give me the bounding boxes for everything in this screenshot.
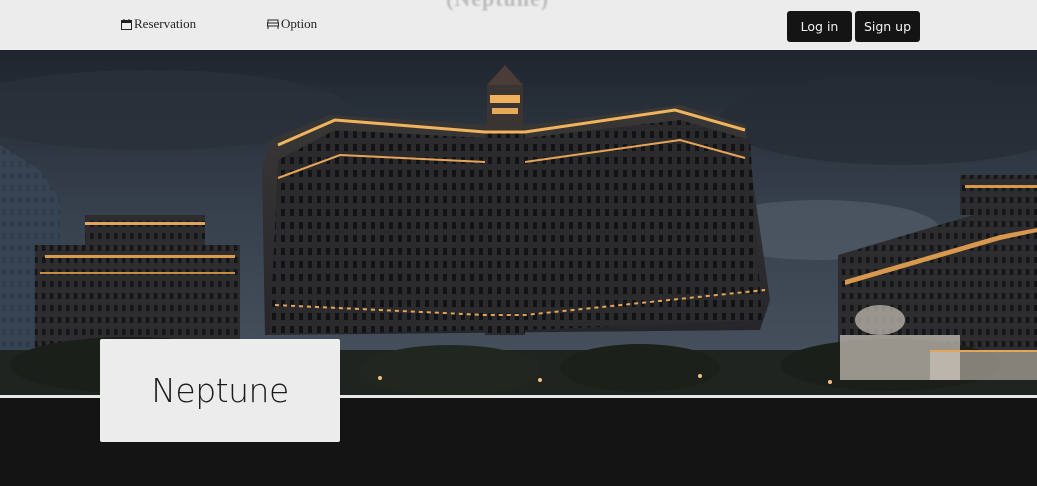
signup-button[interactable]: Sign up	[855, 11, 920, 42]
bed-icon	[267, 19, 279, 29]
hero-title-card: Neptune	[100, 339, 340, 442]
hero-title: Neptune	[151, 371, 289, 410]
nav-option-link[interactable]: Option	[267, 16, 317, 32]
nav-reservation-label: Reservation	[134, 16, 197, 31]
calendar-icon	[121, 18, 132, 30]
login-button[interactable]: Log in	[787, 11, 852, 42]
brand-logo-text[interactable]: (Neptune)	[446, 0, 549, 12]
top-navbar: Reservation Option (Neptune) Log in Sign…	[0, 0, 1037, 50]
nav-reservation-link[interactable]: Reservation	[121, 16, 196, 32]
nav-option-label: Option	[281, 16, 318, 31]
